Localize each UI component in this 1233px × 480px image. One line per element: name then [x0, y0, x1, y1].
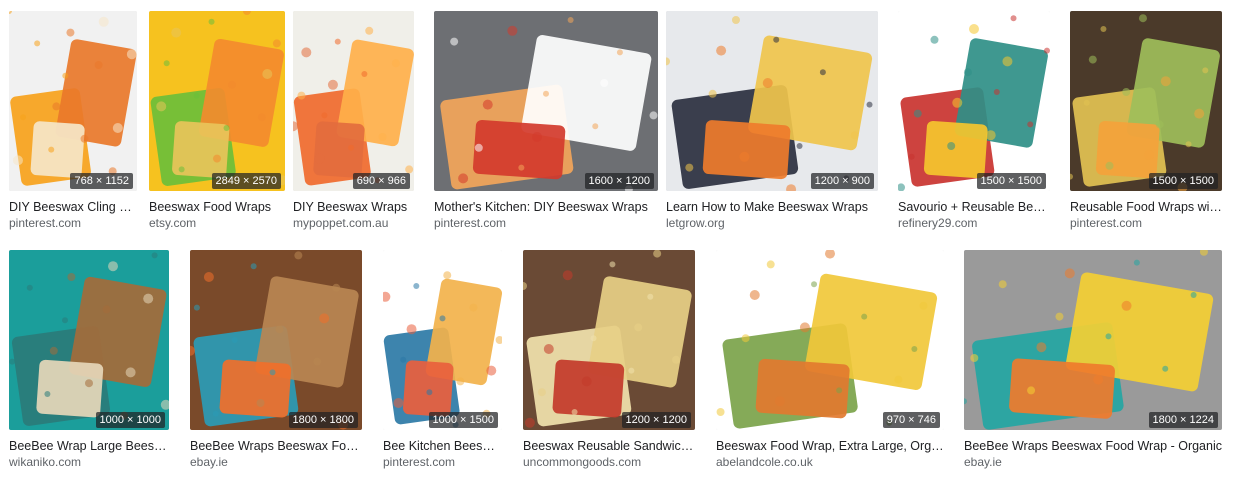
image-dimensions: 1500 × 1500	[1148, 173, 1218, 189]
image-dimensions: 1600 × 1200	[584, 173, 654, 189]
image-result[interactable]: 1200 × 1200 Beeswax Reusable Sandwich Wr…	[523, 250, 695, 480]
image-result[interactable]: 1200 × 900 Learn How to Make Beeswax Wra…	[666, 11, 878, 241]
result-title[interactable]: DIY Beeswax Wraps	[293, 199, 414, 216]
result-source[interactable]: mypoppet.com.au	[293, 215, 414, 231]
result-title[interactable]: Beeswax Food Wrap, Extra Large, Organic	[716, 438, 944, 455]
thumbnail-image	[523, 250, 695, 430]
result-title[interactable]: Savourio + Reusable Beeswax Wraps	[898, 199, 1050, 216]
thumbnail[interactable]: 1200 × 900	[666, 11, 878, 191]
thumbnail-image	[149, 11, 285, 191]
image-result[interactable]: 1500 × 1500 Savourio + Reusable Beeswax …	[898, 11, 1050, 241]
thumbnail[interactable]: 1800 × 1800	[190, 250, 362, 430]
results-row-1: 768 × 1152 DIY Beeswax Cling Wrap pinter…	[9, 11, 1225, 241]
thumbnail-image	[666, 11, 878, 191]
thumbnail[interactable]: 690 × 966	[293, 11, 414, 191]
result-title[interactable]: Reusable Food Wraps with Beeswax	[1070, 199, 1222, 216]
thumbnail-image	[716, 250, 944, 430]
thumbnail[interactable]: 1500 × 1500	[1070, 11, 1222, 191]
image-result[interactable]: 690 × 966 DIY Beeswax Wraps mypoppet.com…	[293, 11, 414, 241]
image-dimensions: 1200 × 1200	[621, 412, 691, 428]
result-source[interactable]: letgrow.org	[666, 215, 878, 231]
image-result[interactable]: 2849 × 2570 Beeswax Food Wraps etsy.com	[149, 11, 285, 241]
result-title[interactable]: DIY Beeswax Cling Wrap	[9, 199, 137, 216]
result-title[interactable]: BeeBee Wraps Beeswax Food Wraps	[190, 438, 362, 455]
result-source[interactable]: pinterest.com	[9, 215, 137, 231]
result-title[interactable]: BeeBee Wraps Beeswax Food Wrap - Organic	[964, 438, 1222, 455]
thumbnail[interactable]: 1500 × 1500	[898, 11, 1050, 191]
thumbnail-image	[898, 11, 1050, 191]
result-source[interactable]: ebay.ie	[964, 454, 1222, 470]
thumbnail-image	[293, 11, 414, 191]
thumbnail[interactable]: 1600 × 1200	[434, 11, 658, 191]
result-source[interactable]: wikaniko.com	[9, 454, 169, 470]
image-result[interactable]: 1800 × 1800 BeeBee Wraps Beeswax Food Wr…	[190, 250, 362, 480]
thumbnail-image	[1070, 11, 1222, 191]
result-title[interactable]: Bee Kitchen Beeswax Wraps	[383, 438, 502, 455]
image-dimensions: 1800 × 1224	[1148, 412, 1218, 428]
image-dimensions: 2849 × 2570	[211, 173, 281, 189]
result-title[interactable]: BeeBee Wrap Large Beeswax Wraps	[9, 438, 169, 455]
image-result[interactable]: 768 × 1152 DIY Beeswax Cling Wrap pinter…	[9, 11, 137, 241]
result-source[interactable]: pinterest.com	[383, 454, 502, 470]
image-result[interactable]: 1000 × 1000 BeeBee Wrap Large Beeswax Wr…	[9, 250, 169, 480]
thumbnail-image	[190, 250, 362, 430]
result-source[interactable]: pinterest.com	[434, 215, 658, 231]
thumbnail[interactable]: 1800 × 1224	[964, 250, 1222, 430]
result-source[interactable]: abelandcole.co.uk	[716, 454, 944, 470]
thumbnail[interactable]: 1000 × 1000	[9, 250, 169, 430]
thumbnail[interactable]: 2849 × 2570	[149, 11, 285, 191]
thumbnail-image	[383, 250, 502, 430]
image-dimensions: 1200 × 900	[810, 173, 874, 189]
result-source[interactable]: ebay.ie	[190, 454, 362, 470]
thumbnail-image	[434, 11, 658, 191]
result-title[interactable]: Learn How to Make Beeswax Wraps	[666, 199, 878, 216]
image-dimensions: 690 × 966	[352, 173, 410, 189]
result-title[interactable]: Beeswax Reusable Sandwich Wrap	[523, 438, 695, 455]
image-result[interactable]: 1500 × 1500 Reusable Food Wraps with Bee…	[1070, 11, 1222, 241]
image-result[interactable]: 1600 × 1200 Mother's Kitchen: DIY Beeswa…	[434, 11, 658, 241]
result-title[interactable]: Mother's Kitchen: DIY Beeswax Wraps	[434, 199, 658, 216]
thumbnail[interactable]: 1000 × 1500	[383, 250, 502, 430]
result-title[interactable]: Beeswax Food Wraps	[149, 199, 285, 216]
result-source[interactable]: uncommongoods.com	[523, 454, 695, 470]
thumbnail-image	[9, 11, 137, 191]
image-dimensions: 1500 × 1500	[976, 173, 1046, 189]
thumbnail[interactable]: 1200 × 1200	[523, 250, 695, 430]
thumbnail[interactable]: 970 × 746	[716, 250, 944, 430]
thumbnail-image	[964, 250, 1222, 430]
image-result[interactable]: 970 × 746 Beeswax Food Wrap, Extra Large…	[716, 250, 944, 480]
result-source[interactable]: refinery29.com	[898, 215, 1050, 231]
result-source[interactable]: etsy.com	[149, 215, 285, 231]
image-result[interactable]: 1800 × 1224 BeeBee Wraps Beeswax Food Wr…	[964, 250, 1222, 480]
results-row-2: 1000 × 1000 BeeBee Wrap Large Beeswax Wr…	[9, 250, 1225, 480]
thumbnail[interactable]: 768 × 1152	[9, 11, 137, 191]
thumbnail-image	[9, 250, 169, 430]
image-dimensions: 970 × 746	[882, 412, 940, 428]
image-dimensions: 1000 × 1500	[428, 412, 498, 428]
image-result[interactable]: 1000 × 1500 Bee Kitchen Beeswax Wraps pi…	[383, 250, 502, 480]
image-dimensions: 1000 × 1000	[95, 412, 165, 428]
result-source[interactable]: pinterest.com	[1070, 215, 1222, 231]
image-dimensions: 1800 × 1800	[288, 412, 358, 428]
image-dimensions: 768 × 1152	[70, 173, 133, 189]
